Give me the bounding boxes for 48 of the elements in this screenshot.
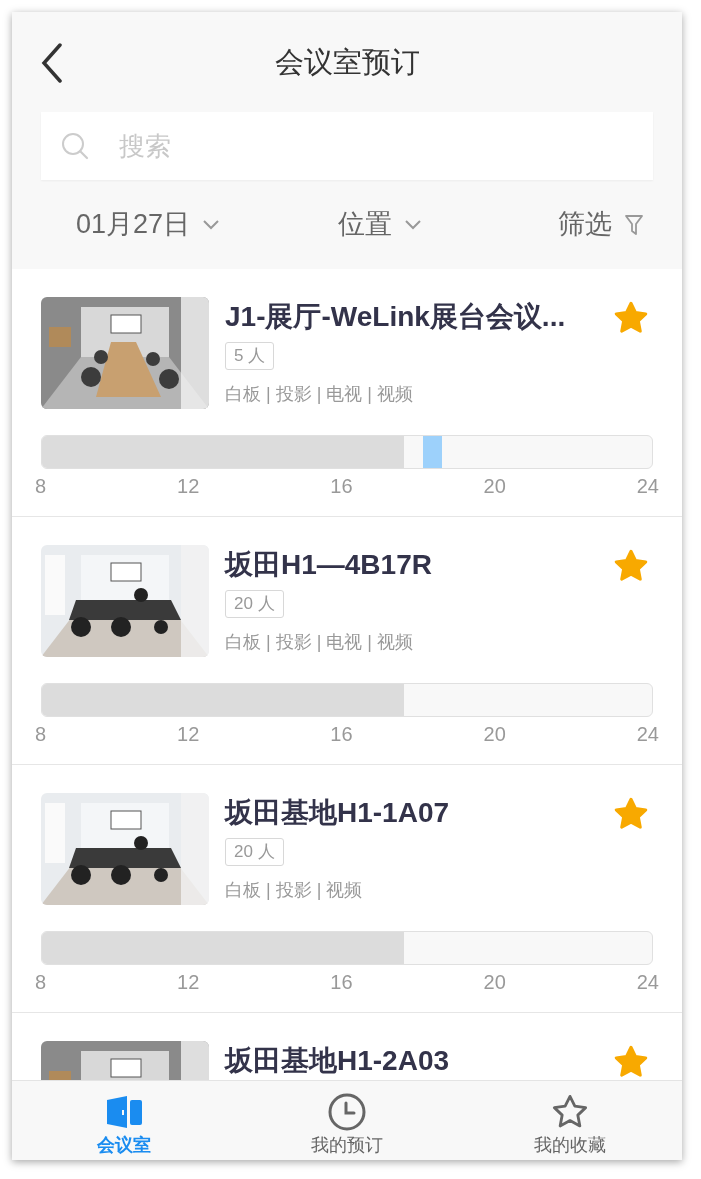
favorite-star-icon[interactable] bbox=[613, 797, 649, 831]
dropdown-button[interactable]: 01月27日 bbox=[76, 204, 221, 245]
back-icon bbox=[40, 43, 64, 83]
page-title: 会议室预订 bbox=[274, 45, 420, 81]
chevron-down-icon bbox=[404, 218, 422, 231]
search-icon bbox=[61, 132, 89, 160]
hour-label: 20 bbox=[483, 722, 506, 747]
hour-label: 8 bbox=[35, 722, 47, 747]
hour-label: 8 bbox=[35, 474, 47, 499]
timeline-track[interactable] bbox=[41, 683, 653, 717]
hour-label: 20 bbox=[483, 474, 506, 499]
hour-label: 8 bbox=[35, 970, 47, 995]
hour-label: 20 bbox=[483, 970, 506, 995]
capacity-tag: 20 人 bbox=[225, 590, 284, 618]
amenities-text: 白板 | 投影 | 电视 | 视频 bbox=[225, 383, 415, 406]
favorite-star-icon[interactable] bbox=[613, 549, 649, 583]
room-name: J1-展厅-WeLink展台会议... bbox=[225, 300, 566, 334]
hour-label: 12 bbox=[177, 474, 200, 499]
favorite-star-icon[interactable] bbox=[613, 1045, 649, 1079]
hour-label: 24 bbox=[636, 970, 659, 995]
tab[interactable]: 我的预订 bbox=[235, 1081, 459, 1160]
room-name: 坂田H1—4B17R bbox=[225, 548, 432, 582]
booking-block[interactable] bbox=[423, 436, 443, 468]
filter-icon bbox=[624, 213, 644, 236]
chevron-down-icon bbox=[202, 218, 221, 231]
amenities-text: 白板 | 投影 | 电视 | 视频 bbox=[225, 631, 415, 654]
clock-icon bbox=[328, 1093, 366, 1131]
hour-label: 24 bbox=[636, 474, 659, 499]
tab[interactable]: 会议室 bbox=[12, 1081, 236, 1160]
capacity-tag: 20 人 bbox=[225, 838, 284, 866]
hour-label: 16 bbox=[330, 722, 353, 747]
door-icon bbox=[104, 1095, 143, 1129]
filter-button[interactable]: 筛选 bbox=[558, 204, 644, 245]
timeline-track[interactable] bbox=[41, 931, 653, 965]
room-name: 坂田基地H1-1A07 bbox=[225, 796, 450, 830]
hour-label: 24 bbox=[636, 722, 659, 747]
hour-label: 16 bbox=[330, 474, 353, 499]
dropdown-button[interactable]: 位置 bbox=[338, 204, 422, 245]
amenities-text: 白板 | 投影 | 视频 bbox=[225, 879, 364, 902]
capacity-tag: 5 人 bbox=[225, 342, 275, 370]
hour-label: 12 bbox=[177, 970, 200, 995]
hour-label: 12 bbox=[177, 722, 200, 747]
star-icon bbox=[551, 1094, 590, 1130]
timeline-track[interactable] bbox=[41, 435, 653, 469]
tab[interactable]: 我的收藏 bbox=[458, 1081, 682, 1160]
room-name: 坂田基地H1-2A03 bbox=[225, 1044, 450, 1078]
hour-label: 16 bbox=[330, 970, 353, 995]
favorite-star-icon[interactable] bbox=[613, 301, 649, 335]
